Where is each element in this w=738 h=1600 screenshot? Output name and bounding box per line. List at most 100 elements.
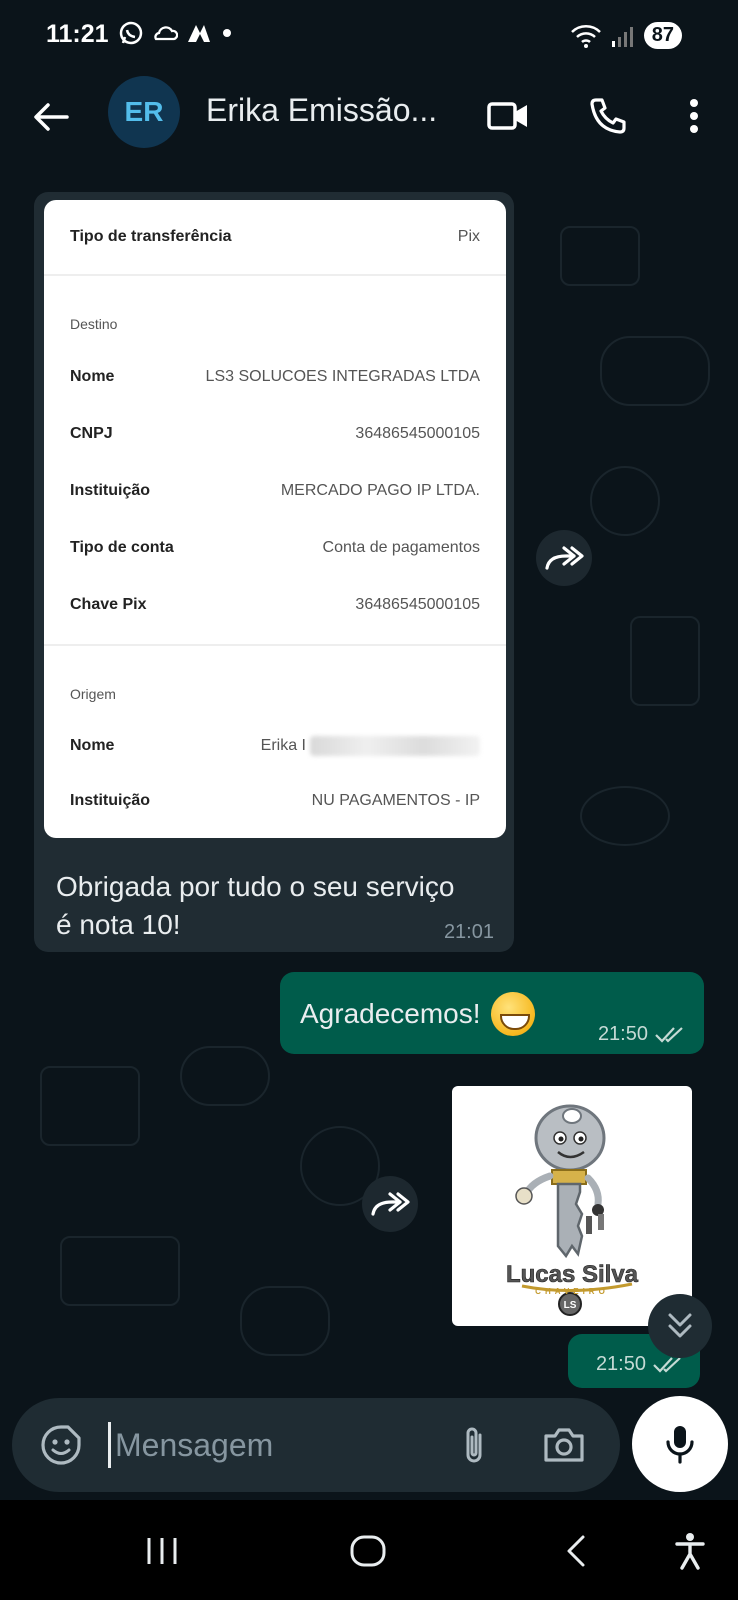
wallpaper-doodle [180, 1046, 270, 1106]
forward-icon [545, 546, 584, 570]
receipt-value: Erika I [260, 737, 306, 755]
receipt-row-transfer-type: Tipo de transferência Pix [70, 228, 480, 246]
receipt-label: Tipo de conta [70, 539, 174, 556]
redaction-blur [310, 736, 480, 756]
forward-icon [371, 1192, 410, 1216]
receipt-row-origem-instituicao: Instituição NU PAGAMENTOS - IP [70, 792, 480, 810]
cloud-icon [154, 26, 178, 41]
dot-icon [223, 29, 231, 37]
back-chevron-icon [567, 1535, 585, 1567]
status-time: 11:21 [46, 20, 109, 48]
receipt-row-origem-nome: Nome Erika I [70, 736, 480, 756]
attach-button[interactable] [450, 1420, 498, 1470]
wallpaper-doodle [60, 1236, 180, 1306]
receipt-value-redacted: Erika I [261, 736, 480, 756]
status-notification-icons [118, 20, 234, 46]
incoming-message[interactable]: Tipo de transferência Pix Destino Nome L… [34, 192, 514, 952]
forward-button[interactable] [536, 530, 592, 586]
receipt-divider [44, 274, 506, 276]
double-check-icon [655, 1026, 683, 1043]
incoming-message-text: Obrigada por tudo o seu serviço é nota 1… [56, 871, 455, 940]
chat-header: ER Erika Emissão... [0, 70, 738, 166]
receipt-value: 36486545000105 [355, 596, 480, 613]
receipt-label: Tipo de transferência [70, 228, 232, 245]
receipt-label: Instituição [70, 482, 151, 499]
logo-text: Lucas Silva [506, 1261, 639, 1288]
receipt-label: CNPJ [70, 425, 113, 442]
receipt-value: Conta de pagamentos [322, 539, 480, 556]
logo-badge-text: LS [564, 1300, 577, 1311]
phone-icon [590, 98, 626, 134]
voice-record-button[interactable] [632, 1396, 728, 1492]
forward-button[interactable] [362, 1176, 418, 1232]
arrow-logo-icon [188, 25, 210, 42]
wallpaper-doodle [240, 1286, 330, 1356]
pix-receipt-image[interactable]: Tipo de transferência Pix Destino Nome L… [44, 200, 506, 838]
battery-indicator: 87 [643, 22, 682, 49]
home-icon [350, 1535, 386, 1567]
mic-icon [666, 1426, 694, 1464]
wallpaper-doodle [40, 1066, 140, 1146]
whatsapp-icon [119, 21, 143, 45]
receipt-row-chave-pix: Chave Pix 36486545000105 [70, 596, 480, 614]
accessibility-button[interactable] [662, 1528, 718, 1574]
key-mascot-logo: LS Lucas Silva CHAVEIRO [506, 1104, 639, 1316]
receipt-label: Nome [70, 368, 115, 385]
chat-screen: 11:21 87 ER Erika Emissão... Tipo de tra… [0, 0, 738, 1600]
double-check-icon [653, 1356, 681, 1373]
message-input[interactable]: Mensagem [108, 1422, 428, 1468]
wallpaper-doodle [600, 336, 710, 406]
receipt-row-tipo-conta: Tipo de conta Conta de pagamentos [70, 539, 480, 557]
attach-icon [466, 1427, 482, 1463]
outgoing-message[interactable]: Agradecemos! 21:50 [280, 972, 704, 1054]
receipt-section-title: Origem [70, 686, 116, 702]
video-call-button[interactable] [482, 90, 534, 142]
back-arrow-icon [34, 103, 69, 131]
sticker-icon [41, 1425, 81, 1465]
camera-icon [544, 1428, 584, 1462]
receipt-value: LS3 SOLUCOES INTEGRADAS LTDA [205, 368, 480, 385]
image-message-time: 21:50 [595, 1353, 646, 1375]
receipt-value: 36486545000105 [355, 425, 480, 442]
outgoing-message-content: Agradecemos! [300, 992, 535, 1036]
receipt-value: NU PAGAMENTOS - IP [311, 792, 480, 809]
voice-call-button[interactable] [582, 90, 634, 142]
grinning-emoji-icon [490, 992, 535, 1036]
receipt-divider [44, 644, 506, 646]
status-bar: 11:21 87 [0, 0, 738, 70]
image-message[interactable]: LS Lucas Silva CHAVEIRO [452, 1086, 692, 1326]
recent-apps-button[interactable] [134, 1528, 190, 1574]
scroll-to-bottom-button[interactable] [648, 1294, 712, 1358]
wallpaper-doodle [580, 786, 670, 846]
double-chevron-down-icon [668, 1313, 692, 1338]
receipt-label: Instituição [70, 792, 151, 809]
signal-icon [611, 26, 633, 47]
receipt-section-title: Destino [70, 316, 118, 332]
avatar[interactable]: ER [108, 76, 180, 148]
sticker-button[interactable] [38, 1422, 84, 1468]
receipt-label: Nome [70, 737, 115, 754]
back-nav-button[interactable] [548, 1528, 604, 1574]
logo-subtext: CHAVEIRO [535, 1287, 609, 1296]
back-button[interactable] [26, 92, 76, 142]
home-button[interactable] [340, 1528, 396, 1574]
wallpaper-doodle [560, 226, 640, 286]
chat-area[interactable]: Tipo de transferência Pix Destino Nome L… [0, 166, 738, 1400]
more-options-button[interactable] [668, 90, 720, 142]
receipt-value: Pix [457, 228, 480, 245]
incoming-message-time: 21:01 [443, 921, 494, 943]
outgoing-message-text: Agradecemos! [300, 998, 481, 1029]
receipt-label: Chave Pix [70, 596, 147, 613]
wallpaper-doodle [590, 466, 660, 536]
accessibility-icon [675, 1533, 705, 1570]
more-options-icon [690, 99, 698, 133]
system-nav-bar [0, 1500, 738, 1600]
receipt-row-cnpj: CNPJ 36486545000105 [70, 425, 480, 443]
composer-bar: Mensagem [12, 1398, 620, 1492]
recent-apps-icon [147, 1538, 177, 1564]
contact-name[interactable]: Erika Emissão... [206, 92, 456, 129]
wallpaper-doodle [630, 616, 700, 706]
camera-button[interactable] [538, 1420, 590, 1470]
wifi-icon [570, 24, 601, 48]
outgoing-message-time: 21:50 [597, 1023, 648, 1045]
